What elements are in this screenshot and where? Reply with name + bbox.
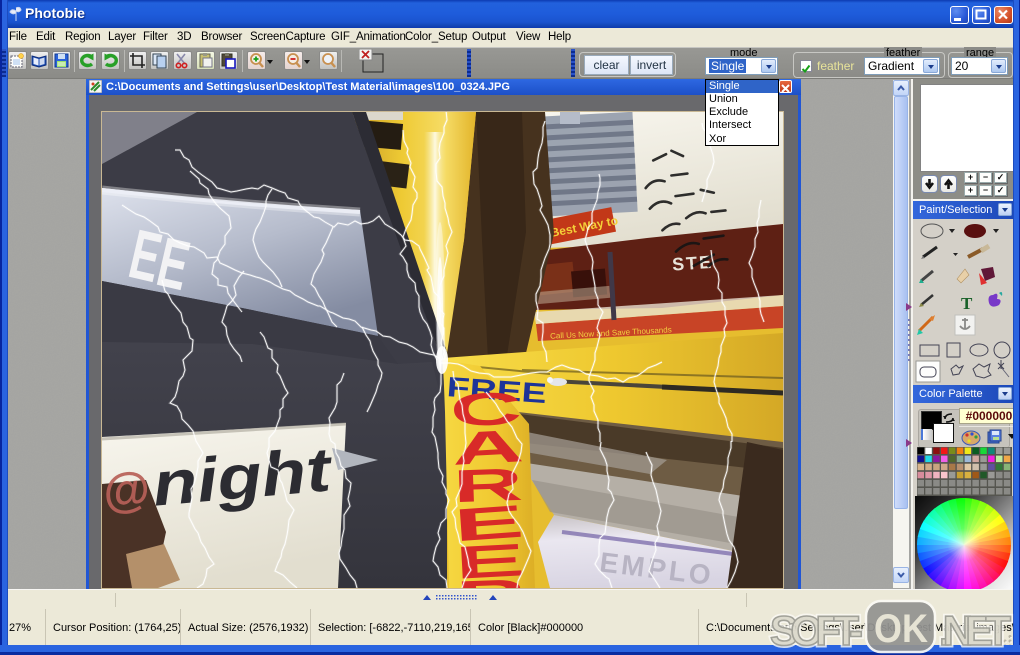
svg-text:OK: OK bbox=[874, 607, 928, 651]
svg-text:SOFT-: SOFT- bbox=[770, 607, 863, 654]
svg-text:T: T bbox=[961, 294, 973, 313]
svg-text:@: @ bbox=[102, 462, 152, 519]
svg-text:STE: STE bbox=[671, 252, 713, 275]
svg-text:.NET: .NET bbox=[939, 607, 1011, 654]
